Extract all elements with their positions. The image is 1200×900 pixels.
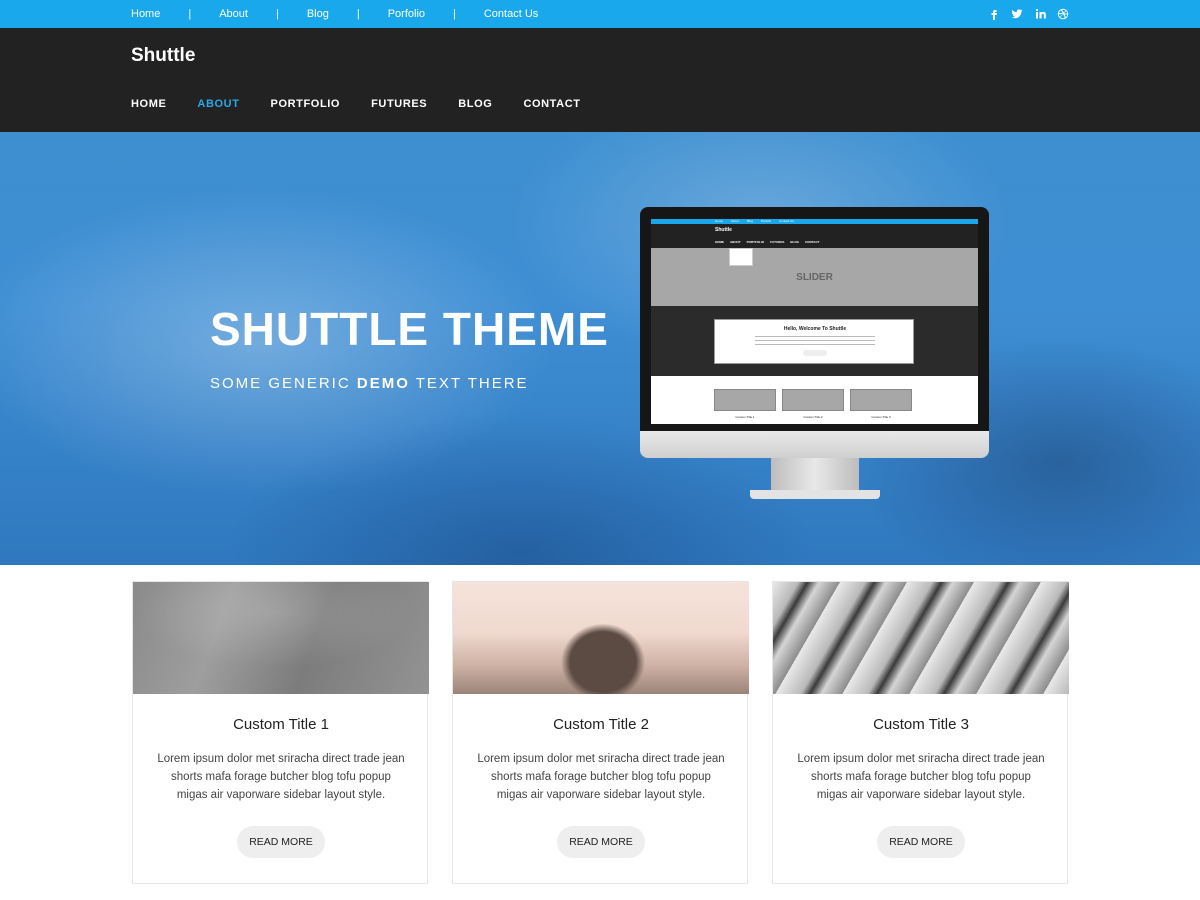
feature-card-1: Custom Title 1 Lorem ipsum dolor met sri… xyxy=(132,581,429,884)
dribbble-icon[interactable] xyxy=(1055,6,1070,21)
mock-cards: Custom Title 1 Custom Title 2 Custom Tit… xyxy=(651,376,978,424)
mock-text-line xyxy=(755,336,875,337)
card-title[interactable]: Custom Title 1 xyxy=(133,716,429,733)
mock-top-link: About xyxy=(731,219,739,223)
site-title[interactable]: Shuttle xyxy=(131,45,195,67)
card-text: Lorem ipsum dolor met sriracha direct tr… xyxy=(797,753,1045,801)
mock-dropdown xyxy=(729,248,753,266)
monitor-stand xyxy=(771,458,859,490)
card-text: Lorem ipsum dolor met sriracha direct tr… xyxy=(477,753,725,801)
card-title[interactable]: Custom Title 3 xyxy=(773,716,1069,733)
read-more-button[interactable]: READ MORE xyxy=(237,826,325,858)
card-image-rock[interactable] xyxy=(453,582,749,694)
top-nav-separator: | xyxy=(453,8,456,20)
top-link-portfolio[interactable]: Porfolio xyxy=(388,8,425,20)
mock-welcome-box: Hello, Welcome To Shuttle xyxy=(714,319,914,364)
top-link-about[interactable]: About xyxy=(219,8,248,20)
read-more-button[interactable]: READ MORE xyxy=(557,826,645,858)
nav-contact[interactable]: CONTACT xyxy=(523,98,580,110)
hero-subtitle-pre: SOME GENERIC xyxy=(210,375,357,392)
twitter-icon[interactable] xyxy=(1009,6,1024,21)
feature-card-2: Custom Title 2 Lorem ipsum dolor met sri… xyxy=(452,581,749,884)
nav-portfolio[interactable]: PORTFOLIO xyxy=(271,98,341,110)
top-bar: Home | About | Blog | Porfolio | Contact… xyxy=(0,0,1200,28)
mock-card-title: Custom Title 1 xyxy=(735,415,755,419)
monitor-chin xyxy=(640,431,989,458)
nav-about[interactable]: ABOUT xyxy=(197,98,239,110)
mock-welcome: Hello, Welcome To Shuttle xyxy=(651,306,978,376)
monitor-base xyxy=(750,490,880,499)
nav-futures[interactable]: FUTURES xyxy=(371,98,427,110)
top-link-contact[interactable]: Contact Us xyxy=(484,8,538,20)
mock-welcome-title: Hello, Welcome To Shuttle xyxy=(783,326,847,332)
nav-home[interactable]: HOME xyxy=(131,98,166,110)
feature-card-3: Custom Title 3 Lorem ipsum dolor met sri… xyxy=(772,581,1069,884)
social-links xyxy=(986,6,1070,21)
hero-banner: SHUTTLE THEME SOME GENERIC DEMO TEXT THE… xyxy=(0,132,1200,565)
mock-slider-label: SLIDER xyxy=(796,272,833,283)
mock-card-title: Custom Title 2 xyxy=(803,415,823,419)
card-title[interactable]: Custom Title 2 xyxy=(453,716,749,733)
card-text: Lorem ipsum dolor met sriracha direct tr… xyxy=(157,753,405,801)
nav-blog[interactable]: BLOG xyxy=(458,98,492,110)
mock-nav-item: HOME xyxy=(715,240,724,244)
hero-title: SHUTTLE THEME xyxy=(210,303,609,355)
top-nav-separator: | xyxy=(188,8,192,20)
mock-nav-item: ABOUT xyxy=(730,240,741,244)
mock-nav-item: BLOG xyxy=(790,240,800,244)
monitor-bezel: Home About Blog Porfolio Contact Us Shut… xyxy=(640,207,989,431)
mock-button xyxy=(803,350,827,356)
mock-nav-item: FUTURES xyxy=(770,240,785,244)
top-link-blog[interactable]: Blog xyxy=(307,8,329,20)
mock-nav-item: CONTACT xyxy=(805,240,820,244)
mock-top-link: Home xyxy=(715,219,724,223)
mock-slider: SLIDER xyxy=(651,248,978,306)
facebook-icon[interactable] xyxy=(986,6,1001,21)
mock-card-image xyxy=(714,389,776,411)
top-link-home[interactable]: Home xyxy=(131,8,160,20)
mock-card-image xyxy=(850,389,912,411)
linkedin-icon[interactable] xyxy=(1032,6,1047,21)
site-header: Shuttle HOME ABOUT PORTFOLIO FUTURES BLO… xyxy=(0,28,1200,132)
top-nav-separator: | xyxy=(275,8,279,20)
mock-top-link: Contact Us xyxy=(779,219,794,223)
mock-brand: Shuttle xyxy=(715,227,732,233)
mock-nav-item: PORTFOLIO xyxy=(746,240,765,244)
read-more-button[interactable]: READ MORE xyxy=(877,826,965,858)
mock-nav: HOME ABOUT PORTFOLIO FUTURES BLOG CONTAC… xyxy=(715,240,819,244)
mock-card-title: Custom Title 3 xyxy=(871,415,891,419)
mock-top-link: Porfolio xyxy=(761,219,772,223)
mock-text-line xyxy=(755,340,875,341)
monitor-screen: Home About Blog Porfolio Contact Us Shut… xyxy=(651,219,978,424)
hero-subtitle-post: TEXT THERE xyxy=(409,375,529,392)
mock-header: Shuttle HOME ABOUT PORTFOLIO FUTURES BLO… xyxy=(651,224,978,248)
monitor-mockup: Home About Blog Porfolio Contact Us Shut… xyxy=(640,207,989,502)
main-nav: HOME ABOUT PORTFOLIO FUTURES BLOG CONTAC… xyxy=(131,98,581,110)
mock-card-image xyxy=(782,389,844,411)
hero-subtitle: SOME GENERIC DEMO TEXT THERE xyxy=(210,375,529,392)
card-image-dumbbells[interactable] xyxy=(773,582,1069,694)
mock-top-link: Blog xyxy=(747,219,754,223)
top-nav-separator: | xyxy=(356,8,360,20)
mock-text-line xyxy=(755,344,875,345)
card-image-chain[interactable] xyxy=(133,582,429,694)
top-nav: Home | About | Blog | Porfolio | Contact… xyxy=(131,0,538,28)
hero-subtitle-bold: DEMO xyxy=(356,375,410,392)
